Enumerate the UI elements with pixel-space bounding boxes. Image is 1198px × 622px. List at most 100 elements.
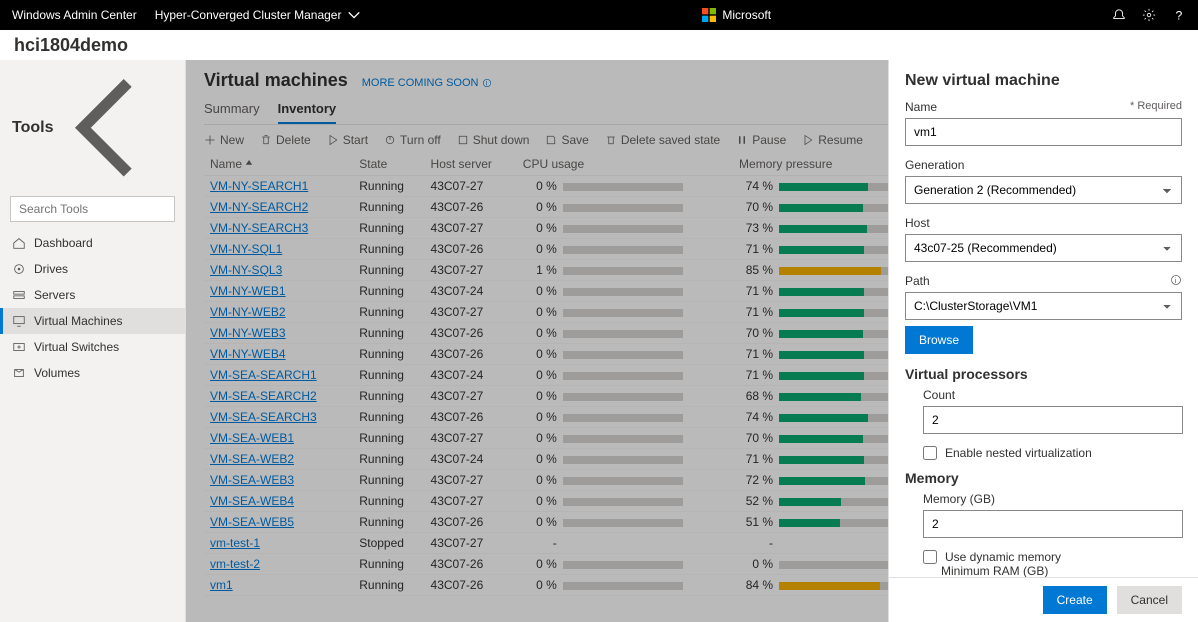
cmd-shutdown[interactable]: Shut down bbox=[457, 133, 530, 147]
ms-brand: Microsoft bbox=[361, 8, 1112, 22]
collapse-sidebar-icon[interactable] bbox=[53, 68, 173, 188]
vm-link[interactable]: VM-SEA-WEB2 bbox=[210, 452, 294, 466]
vm-link[interactable]: VM-SEA-SEARCH3 bbox=[210, 410, 317, 424]
cell-state: Running bbox=[353, 449, 424, 470]
sidebar-item-virtual-machines[interactable]: Virtual Machines bbox=[0, 308, 185, 334]
tab-inventory[interactable]: Inventory bbox=[278, 97, 337, 124]
context-picker[interactable]: Hyper-Converged Cluster Manager bbox=[155, 8, 362, 22]
sidebar-item-label: Virtual Switches bbox=[34, 340, 119, 354]
sidebar-item-volumes[interactable]: Volumes bbox=[0, 360, 185, 386]
sidebar-item-servers[interactable]: Servers bbox=[0, 282, 185, 308]
vm-link[interactable]: vm-test-2 bbox=[210, 557, 260, 571]
name-label: Name* Required bbox=[905, 100, 1182, 114]
stop-icon bbox=[457, 134, 469, 146]
cell-state: Running bbox=[353, 197, 424, 218]
cmd-start[interactable]: Start bbox=[327, 133, 368, 147]
info-icon: i bbox=[482, 78, 492, 88]
help-icon[interactable]: ? bbox=[1172, 8, 1186, 22]
cell-cpu: 0 % bbox=[517, 281, 733, 302]
cell-state: Running bbox=[353, 281, 424, 302]
col-host[interactable]: Host server bbox=[425, 153, 517, 176]
nav-icon bbox=[12, 236, 26, 250]
cell-state: Running bbox=[353, 386, 424, 407]
sidebar: Tools Dashboard Drives Servers Virtual Mach… bbox=[0, 60, 186, 622]
cell-cpu: 0 % bbox=[517, 365, 733, 386]
cell-state: Running bbox=[353, 365, 424, 386]
cancel-button[interactable]: Cancel bbox=[1117, 586, 1182, 614]
memory-section: Memory bbox=[905, 470, 1182, 486]
create-button[interactable]: Create bbox=[1043, 586, 1107, 614]
cell-host: 43C07-26 bbox=[425, 323, 517, 344]
memory-input[interactable] bbox=[923, 510, 1183, 538]
vm-link[interactable]: VM-SEA-WEB3 bbox=[210, 473, 294, 487]
cmd-delete[interactable]: Delete bbox=[260, 133, 311, 147]
browse-button[interactable]: Browse bbox=[905, 326, 973, 354]
col-cpu[interactable]: CPU usage bbox=[517, 153, 733, 176]
vm-link[interactable]: vm-test-1 bbox=[210, 536, 260, 550]
cmd-new[interactable]: New bbox=[204, 133, 244, 147]
sidebar-title: Tools bbox=[12, 119, 53, 137]
dynamic-memory-checkbox[interactable]: Use dynamic memory bbox=[923, 550, 1182, 564]
notifications-icon[interactable] bbox=[1112, 8, 1126, 22]
panel-title: New virtual machine bbox=[905, 72, 1182, 90]
vm-link[interactable]: VM-NY-SEARCH3 bbox=[210, 221, 308, 235]
vm-link[interactable]: VM-NY-SQL3 bbox=[210, 263, 282, 277]
context-label: Hyper-Converged Cluster Manager bbox=[155, 8, 342, 22]
cmd-save[interactable]: Save bbox=[545, 133, 588, 147]
generation-select[interactable]: Generation 2 (Recommended) bbox=[905, 176, 1182, 204]
cell-host: 43C07-27 bbox=[425, 260, 517, 281]
cell-state: Running bbox=[353, 344, 424, 365]
cell-cpu: 0 % bbox=[517, 407, 733, 428]
tab-summary[interactable]: Summary bbox=[204, 97, 260, 124]
vm-link[interactable]: vm1 bbox=[210, 578, 233, 592]
vm-link[interactable]: VM-SEA-WEB5 bbox=[210, 515, 294, 529]
vm-link[interactable]: VM-SEA-SEARCH2 bbox=[210, 389, 317, 403]
count-input[interactable] bbox=[923, 406, 1183, 434]
delete-saved-icon bbox=[605, 134, 617, 146]
nested-virt-checkbox[interactable]: Enable nested virtualization bbox=[923, 446, 1182, 460]
cell-host: 43C07-26 bbox=[425, 197, 517, 218]
host-select[interactable]: 43c07-25 (Recommended) bbox=[905, 234, 1182, 262]
svg-text:i: i bbox=[1175, 276, 1177, 285]
more-coming-soon[interactable]: MORE COMING SOON i bbox=[362, 77, 492, 89]
sidebar-item-virtual-switches[interactable]: Virtual Switches bbox=[0, 334, 185, 360]
info-icon[interactable]: i bbox=[1170, 274, 1182, 286]
vm-link[interactable]: VM-NY-WEB4 bbox=[210, 347, 286, 361]
cmd-resume[interactable]: Resume bbox=[802, 133, 863, 147]
search-tools-input[interactable] bbox=[19, 202, 174, 216]
vm-link[interactable]: VM-NY-WEB3 bbox=[210, 326, 286, 340]
name-input[interactable] bbox=[905, 118, 1182, 146]
play-icon bbox=[327, 134, 339, 146]
gear-icon[interactable] bbox=[1142, 8, 1156, 22]
cmd-delete-saved[interactable]: Delete saved state bbox=[605, 133, 720, 147]
sidebar-item-dashboard[interactable]: Dashboard bbox=[0, 230, 185, 256]
cell-cpu: 0 % bbox=[517, 491, 733, 512]
trash-icon bbox=[260, 134, 272, 146]
brand: Windows Admin Center bbox=[12, 8, 137, 22]
dynamic-memory-input[interactable] bbox=[923, 550, 937, 564]
cell-host: 43C07-24 bbox=[425, 449, 517, 470]
search-tools-box[interactable] bbox=[10, 196, 175, 222]
vm-link[interactable]: VM-SEA-WEB4 bbox=[210, 494, 294, 508]
vm-link[interactable]: VM-SEA-WEB1 bbox=[210, 431, 294, 445]
vm-link[interactable]: VM-NY-WEB1 bbox=[210, 284, 286, 298]
col-state[interactable]: State bbox=[353, 153, 424, 176]
nav-icon bbox=[12, 366, 26, 380]
vm-link[interactable]: VM-NY-WEB2 bbox=[210, 305, 286, 319]
sidebar-item-drives[interactable]: Drives bbox=[0, 256, 185, 282]
vproc-section: Virtual processors bbox=[905, 366, 1182, 382]
cmd-turnoff[interactable]: Turn off bbox=[384, 133, 441, 147]
cell-state: Running bbox=[353, 239, 424, 260]
cell-state: Running bbox=[353, 407, 424, 428]
path-select[interactable]: C:\ClusterStorage\VM1 bbox=[905, 292, 1182, 320]
vm-link[interactable]: VM-NY-SEARCH2 bbox=[210, 200, 308, 214]
cell-state: Stopped bbox=[353, 533, 424, 554]
sidebar-item-label: Virtual Machines bbox=[34, 314, 123, 328]
sidebar-item-label: Drives bbox=[34, 262, 68, 276]
vm-link[interactable]: VM-SEA-SEARCH1 bbox=[210, 368, 317, 382]
vm-link[interactable]: VM-NY-SQL1 bbox=[210, 242, 282, 256]
col-name[interactable]: Name bbox=[204, 153, 353, 176]
nested-virt-input[interactable] bbox=[923, 446, 937, 460]
cmd-pause[interactable]: Pause bbox=[736, 133, 786, 147]
vm-link[interactable]: VM-NY-SEARCH1 bbox=[210, 179, 308, 193]
